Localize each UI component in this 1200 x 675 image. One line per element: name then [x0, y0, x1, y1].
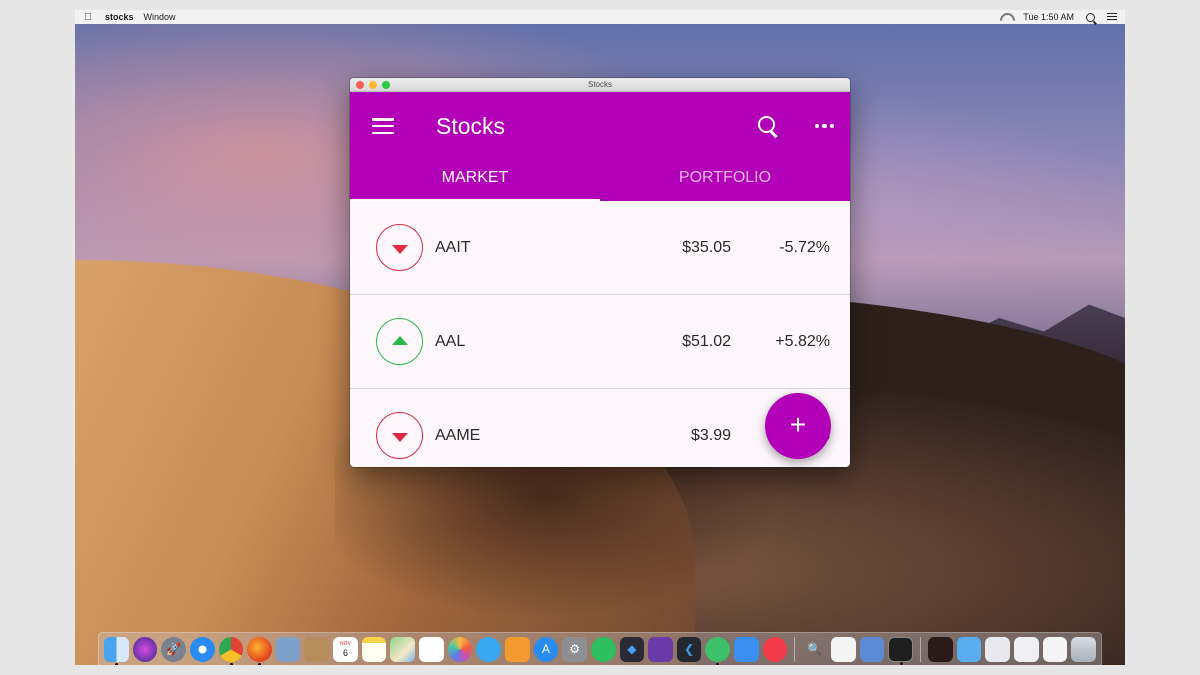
stock-price: $51.02: [682, 332, 731, 350]
books-icon[interactable]: [504, 636, 530, 662]
documents-icon[interactable]: [985, 636, 1010, 662]
desktop-screen:  stocks Window Tue 1:50 AM Stocks Stock…: [75, 10, 1125, 665]
menu-hamburger-icon[interactable]: [372, 118, 394, 134]
stock-row-aait[interactable]: AAIT $35.05 -5.72%: [350, 201, 850, 295]
messages-icon[interactable]: [476, 636, 501, 662]
notification-center-icon[interactable]: [1107, 13, 1117, 21]
trend-down-badge: [376, 412, 423, 459]
trend-down-badge: [376, 224, 423, 271]
dock-separator: [919, 636, 921, 662]
android-studio-icon[interactable]: [705, 636, 731, 665]
calendar-day: 6: [342, 648, 348, 658]
stock-price: $3.99: [690, 426, 731, 444]
window-close-button[interactable]: [356, 81, 364, 89]
menu-clock[interactable]: Tue 1:50 AM: [1023, 12, 1074, 22]
arrow-up-icon: [391, 335, 408, 345]
utility-icon[interactable]: 🔍: [802, 637, 827, 662]
stock-row-aal[interactable]: AAL $51.02 +5.82%: [350, 295, 850, 389]
more-options-icon[interactable]: [814, 123, 834, 129]
trend-up-badge: [376, 318, 423, 365]
stock-change: +5.82%: [775, 332, 830, 350]
news-icon[interactable]: [762, 636, 788, 662]
chrome-icon[interactable]: [218, 636, 244, 665]
toolbar: Stocks: [350, 92, 850, 160]
apple-menu-icon[interactable]: : [83, 12, 93, 23]
visual-studio-icon[interactable]: [648, 636, 673, 662]
xcode-icon[interactable]: [734, 636, 759, 662]
maps-icon[interactable]: [390, 636, 416, 662]
window-titlebar[interactable]: Stocks: [350, 78, 850, 92]
firefox-icon[interactable]: [247, 636, 272, 665]
window-minimize-button[interactable]: [369, 81, 377, 89]
tab-bar: MARKET PORTFOLIO: [350, 160, 850, 201]
stock-symbol: AAIT: [435, 238, 471, 256]
stock-change: -5.72%: [779, 238, 830, 256]
spotlight-search-icon[interactable]: [1086, 12, 1095, 22]
evernote-icon[interactable]: [590, 636, 616, 662]
menu-window[interactable]: Window: [144, 12, 176, 22]
menu-app-name[interactable]: stocks: [105, 12, 134, 22]
calendar-icon[interactable]: NOV 6: [333, 636, 358, 662]
app-title: Stocks: [436, 112, 506, 139]
preview-icon[interactable]: [275, 636, 301, 662]
tab-market[interactable]: MARKET: [350, 160, 600, 201]
reminders-icon[interactable]: [419, 636, 444, 662]
terminal-icon[interactable]: [888, 636, 913, 665]
wifi-icon[interactable]: [1000, 13, 1011, 21]
folder-icon[interactable]: [956, 636, 982, 662]
stock-symbol: AAME: [435, 426, 481, 444]
finder-icon[interactable]: [104, 636, 129, 665]
screenshots-icon[interactable]: [1013, 636, 1039, 662]
system-preferences-icon[interactable]: ⚙: [562, 636, 587, 662]
window-title: Stocks: [587, 80, 612, 89]
window-zoom-button[interactable]: [382, 81, 390, 89]
dropbox-icon[interactable]: ◆: [619, 636, 645, 662]
arrow-down-icon: [391, 432, 408, 442]
menu-bar-status: Tue 1:50 AM: [1000, 12, 1117, 22]
arrow-down-icon: [391, 244, 408, 254]
dock-separator: [794, 636, 796, 662]
app-store-icon[interactable]: A: [533, 636, 559, 662]
tab-portfolio[interactable]: PORTFOLIO: [600, 160, 850, 201]
notes-icon[interactable]: [361, 636, 387, 662]
stock-price: $35.05: [682, 238, 731, 256]
add-stock-button[interactable]: +: [765, 393, 831, 459]
acrobat-icon[interactable]: [927, 636, 953, 662]
safari-icon[interactable]: [189, 636, 215, 662]
menu-bar:  stocks Window Tue 1:50 AM: [75, 10, 1125, 24]
mail-icon[interactable]: [1042, 636, 1068, 662]
stock-symbol: AAL: [435, 332, 466, 350]
search-icon[interactable]: [757, 115, 779, 137]
window-controls: [356, 81, 390, 89]
vscode-icon[interactable]: ❮: [676, 636, 702, 662]
photos-icon[interactable]: [447, 636, 473, 662]
dock: 🚀 NOV 6 A ⚙ ◆ ❮ 🔍: [98, 632, 1102, 665]
simulator-icon[interactable]: [859, 636, 885, 662]
stocks-window: Stocks Stocks MARKET PORTFOLIO AAIT $35.…: [350, 78, 850, 467]
contacts-icon[interactable]: [304, 636, 330, 662]
trash-icon[interactable]: [1071, 636, 1096, 662]
launchpad-icon[interactable]: 🚀: [161, 636, 186, 662]
app-bar: Stocks MARKET PORTFOLIO: [350, 92, 850, 201]
textedit-icon[interactable]: [831, 636, 856, 662]
siri-icon[interactable]: [132, 636, 158, 662]
